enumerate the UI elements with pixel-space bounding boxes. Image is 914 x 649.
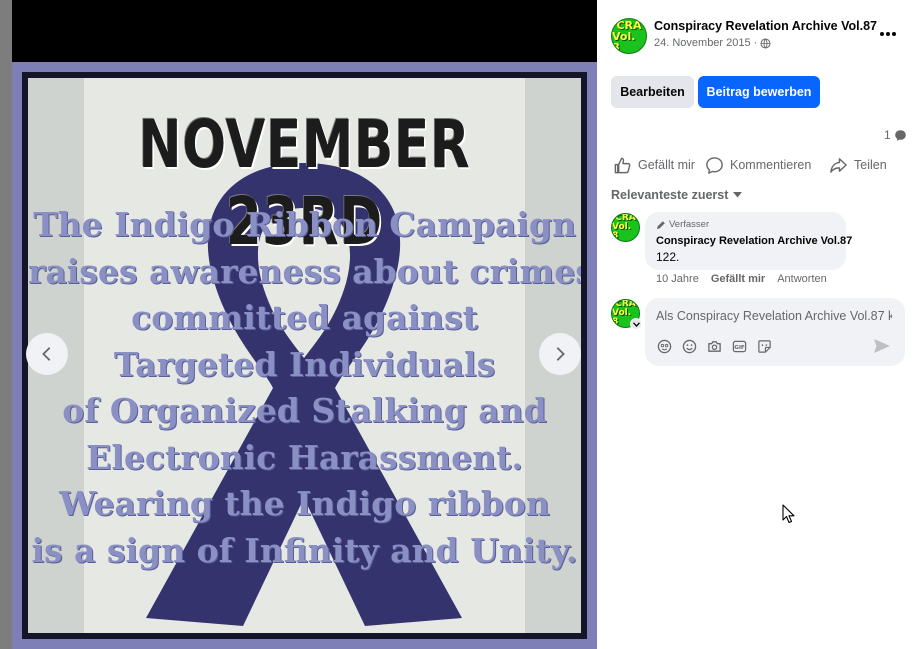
chevron-right-icon bbox=[556, 347, 565, 361]
comment-label: Kommentieren bbox=[730, 158, 812, 172]
next-image-button[interactable] bbox=[539, 333, 581, 375]
post-date-text: 24. November 2015 bbox=[654, 37, 751, 49]
comment-author-link[interactable]: Conspiracy Revelation Archive Vol.87 bbox=[656, 235, 852, 247]
boost-post-button[interactable]: Beitrag bewerben bbox=[698, 76, 820, 108]
poster-line: raises awareness about crimes bbox=[28, 251, 581, 291]
more-horizontal-icon bbox=[880, 32, 896, 36]
image-canvas: NOVEMBER 23RD The Indigo Ribbon Campaign… bbox=[28, 78, 581, 633]
poster-line: Targeted Individuals bbox=[113, 344, 496, 384]
share-button[interactable]: Teilen bbox=[829, 155, 887, 175]
poster-line: The Indigo Ribbon Campaign bbox=[33, 205, 576, 244]
gif-icon: GIF bbox=[732, 340, 746, 352]
send-icon bbox=[874, 339, 890, 353]
caret-down-icon bbox=[733, 192, 743, 198]
poster-line: is a sign of Infinity and Unity. bbox=[31, 530, 578, 570]
identity-switch-button[interactable] bbox=[630, 318, 642, 330]
comment-like-button[interactable]: Gefällt mir bbox=[711, 273, 765, 285]
post-date[interactable]: 24. November 2015 · bbox=[654, 37, 771, 49]
post-image: NOVEMBER 23RD The Indigo Ribbon Campaign… bbox=[12, 62, 597, 649]
comment-actions: 10 Jahre Gefällt mir Antworten bbox=[656, 273, 827, 285]
author-badge: Verfasser bbox=[656, 219, 709, 230]
share-icon bbox=[830, 157, 847, 173]
sticker-button[interactable] bbox=[756, 338, 772, 354]
comment-input[interactable] bbox=[656, 307, 892, 325]
viewer-gutter bbox=[0, 0, 12, 649]
comment-bubble: Verfasser Conspiracy Revelation Archive … bbox=[645, 212, 852, 270]
comment-composer: GIF bbox=[645, 298, 905, 366]
chevron-down-icon bbox=[632, 321, 640, 327]
page-avatar[interactable]: CRA Vol. 8 bbox=[611, 18, 647, 54]
gif-button[interactable]: GIF bbox=[731, 338, 747, 354]
avatar-sticker-button[interactable] bbox=[656, 338, 672, 354]
more-options-button[interactable] bbox=[878, 24, 898, 44]
thumbs-up-icon bbox=[614, 157, 631, 173]
commenter-avatar[interactable]: CRA Vol. 8 bbox=[611, 213, 640, 242]
comment-age[interactable]: 10 Jahre bbox=[656, 273, 699, 285]
poster-line: Electronic Harassment. bbox=[86, 437, 523, 477]
send-comment-button[interactable] bbox=[873, 338, 891, 354]
like-label: Gefällt mir bbox=[638, 158, 695, 172]
comment-reply-button[interactable]: Antworten bbox=[777, 273, 827, 285]
comment-button[interactable]: Kommentieren bbox=[705, 155, 811, 175]
mouse-pointer-icon bbox=[782, 504, 795, 524]
camera-button[interactable] bbox=[706, 338, 722, 354]
svg-text:GIF: GIF bbox=[734, 345, 745, 351]
comment-bubble-icon bbox=[894, 129, 906, 141]
share-label: Teilen bbox=[854, 158, 887, 172]
pen-icon bbox=[657, 220, 665, 229]
sticker-icon bbox=[757, 339, 771, 353]
poster-line: Wearing the Indigo ribbon bbox=[59, 484, 550, 523]
poster-line: of Organized Stalking and bbox=[62, 391, 547, 430]
page-name-link[interactable]: Conspiracy Revelation Archive Vol.87 bbox=[654, 19, 877, 33]
emoji-icon bbox=[682, 339, 696, 353]
comment-sort-dropdown[interactable]: Relevanteste zuerst bbox=[611, 188, 743, 202]
sort-label: Relevanteste zuerst bbox=[611, 188, 729, 202]
author-badge-label: Verfasser bbox=[669, 219, 710, 230]
edit-button[interactable]: Bearbeiten bbox=[611, 76, 694, 108]
poster-text: The Indigo Ribbon Campaign raises awaren… bbox=[28, 202, 581, 574]
avatar-sticker-icon bbox=[657, 339, 671, 353]
globe-icon bbox=[760, 38, 771, 48]
media-viewer: NOVEMBER 23RD The Indigo Ribbon Campaign… bbox=[0, 0, 597, 649]
previous-image-button[interactable] bbox=[26, 333, 68, 375]
poster-line: committed against bbox=[131, 298, 478, 337]
date-separator: · bbox=[753, 37, 758, 49]
chevron-left-icon bbox=[42, 347, 51, 361]
camera-icon bbox=[707, 340, 721, 352]
comment-count-value: 1 bbox=[884, 128, 891, 142]
post-panel: CRA Vol. 8 Conspiracy Revelation Archive… bbox=[597, 0, 914, 649]
emoji-button[interactable] bbox=[681, 338, 697, 354]
comment-count[interactable]: 1 bbox=[884, 128, 907, 142]
comment-text: 122. bbox=[656, 250, 680, 264]
comment-icon bbox=[706, 156, 723, 174]
like-button[interactable]: Gefällt mir bbox=[613, 155, 695, 175]
